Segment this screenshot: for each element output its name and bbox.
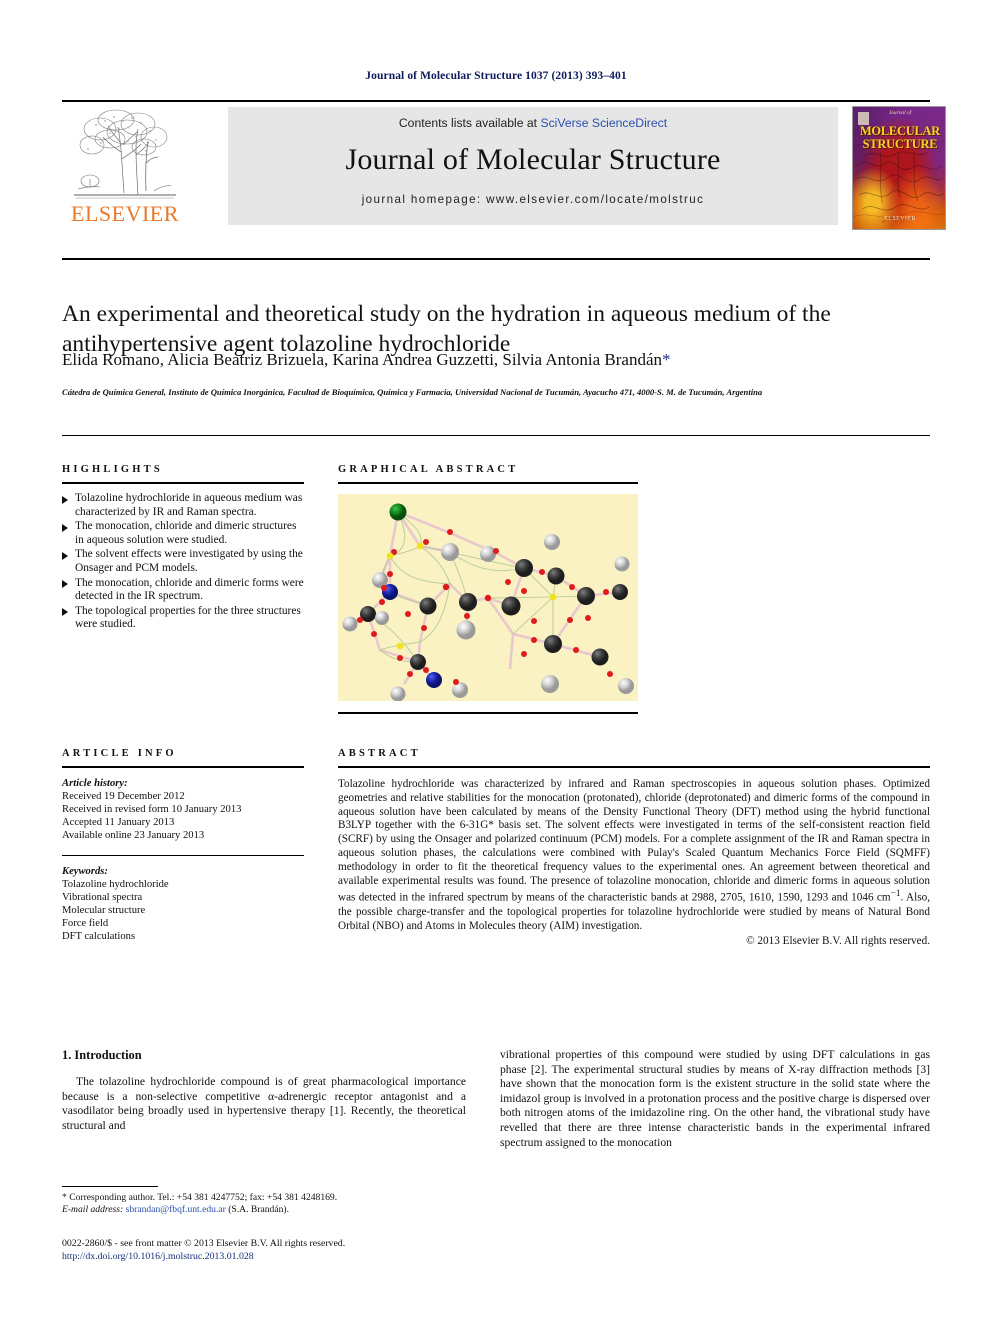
cover-title: MOLECULAR STRUCTURE <box>853 125 945 151</box>
bullet-triangle-icon <box>62 551 68 560</box>
keyword-item: Force field <box>62 918 109 929</box>
highlights-rule <box>62 482 304 484</box>
graphical-abstract-heading: Graphical abstract <box>338 464 519 475</box>
masthead-center-band: Contents lists available at SciVerse Sci… <box>228 107 838 225</box>
highlight-text: The solvent effects were investigated by… <box>75 548 303 574</box>
email-owner: (S.A. Brandán). <box>228 1204 289 1216</box>
email-link[interactable]: sbrandan@fbqf.unt.edu.ar <box>126 1204 226 1215</box>
article-history-label: Article history: <box>62 778 128 789</box>
list-item: Tolazoline hydrochloride in aqueous medi… <box>62 492 304 519</box>
highlights-list: Tolazoline hydrochloride in aqueous medi… <box>62 492 304 632</box>
running-head: Journal of Molecular Structure 1037 (201… <box>365 70 627 82</box>
history-item: Received in revised form 10 January 2013 <box>62 804 242 815</box>
author-names: Elida Romano, Alicia Beatriz Brizuela, K… <box>62 350 663 369</box>
highlight-text: The topological properties for the three… <box>75 604 301 631</box>
atom-nitrogen <box>426 672 442 688</box>
contents-prefix-text: Contents lists available at <box>398 116 541 130</box>
cover-title-line2: STRUCTURE <box>862 136 938 151</box>
list-item: The monocation, chloride and dimeric for… <box>62 577 304 604</box>
intro-paragraph-left: The tolazoline hydrochloride compound is… <box>62 1075 466 1132</box>
highlights-section: Highlights Tolazoline hydrochloride in a… <box>62 464 304 633</box>
article-info-section: Article info Article history: Received 1… <box>62 748 304 943</box>
email-label: E-mail address: <box>62 1204 124 1216</box>
abstract-main-text: Tolazoline hydrochloride was characteriz… <box>338 778 930 905</box>
title-top-rule <box>62 258 930 261</box>
footnote-block: * Corresponding author. Tel.: +54 381 42… <box>62 1192 466 1217</box>
bullet-triangle-icon <box>62 608 68 617</box>
section-heading-introduction: 1. Introduction <box>62 1048 142 1062</box>
atom-chlorine <box>389 503 407 521</box>
sciencedirect-link[interactable]: SciVerse ScienceDirect <box>540 116 667 130</box>
abstract-copyright: © 2013 Elsevier B.V. All rights reserved… <box>746 934 930 947</box>
history-item: Accepted 11 January 2013 <box>62 817 175 828</box>
keyword-item: DFT calculations <box>62 931 136 942</box>
journal-article-page: Journal of Molecular Structure 1037 (201… <box>0 0 992 1323</box>
title-bottom-rule <box>62 435 930 437</box>
bullet-triangle-icon <box>62 580 68 589</box>
elsevier-tree-icon <box>70 107 180 199</box>
imprint-block: 0022-2860/$ - see front matter © 2013 El… <box>62 1238 522 1263</box>
journal-masthead: ELSEVIER Contents lists available at Sci… <box>62 100 946 232</box>
bullet-triangle-icon <box>62 495 68 504</box>
history-item: Received 19 December 2012 <box>62 791 185 802</box>
masthead-top-rule <box>62 100 930 103</box>
keyword-item: Tolazoline hydrochloride <box>62 879 169 890</box>
email-note: E-mail address: sbrandan@fbqf.unt.edu.ar… <box>62 1204 466 1216</box>
article-info-separator <box>62 855 304 856</box>
history-item: Available online 23 January 2013 <box>62 830 205 841</box>
body-right-column: vibrational properties of this compound … <box>500 1048 930 1150</box>
journal-title: Journal of Molecular Structure <box>345 143 721 176</box>
graphical-abstract-bottom-rule <box>338 712 638 714</box>
affiliation: Cátedra de Química General, Instituto de… <box>62 387 763 397</box>
abstract-section: Abstract Tolazoline hydrochloride was ch… <box>338 748 930 948</box>
keyword-item: Vibrational spectra <box>62 892 143 903</box>
keywords: Keywords: Tolazoline hydrochloride Vibra… <box>62 865 304 943</box>
keywords-label: Keywords: <box>62 866 108 877</box>
issn-copyright-line: 0022-2860/$ - see front matter © 2013 El… <box>62 1238 346 1249</box>
contents-available-line: Contents lists available at SciVerse Sci… <box>228 116 838 130</box>
elsevier-wordmark: ELSEVIER <box>71 201 179 226</box>
abstract-rule <box>338 766 930 768</box>
corresponding-author-text: Corresponding author. Tel.: +54 381 4247… <box>69 1192 338 1203</box>
list-item: The topological properties for the three… <box>62 605 304 632</box>
journal-cover-thumbnail: Journal of MOLECULAR STRUCTURE ELSEVIER <box>852 106 946 230</box>
cover-top-line: Journal of <box>888 110 912 116</box>
graphical-abstract-section: Graphical abstract <box>338 464 638 714</box>
abstract-superscript: −1 <box>890 889 901 900</box>
list-item: The monocation, chloride and dimeric str… <box>62 520 304 547</box>
cover-footer-text: ELSEVIER <box>884 216 916 222</box>
article-info-rule <box>62 766 304 768</box>
corresponding-author-marker: * <box>662 350 671 369</box>
abstract-heading: Abstract <box>338 748 421 759</box>
highlight-text: The monocation, chloride and dimeric str… <box>75 520 297 546</box>
author-list: Elida Romano, Alicia Beatriz Brizuela, K… <box>62 350 930 370</box>
footnote-rule <box>62 1186 158 1187</box>
graphical-abstract-rule <box>338 482 638 484</box>
molecular-structure-image <box>338 494 638 701</box>
keyword-item: Molecular structure <box>62 905 146 916</box>
elsevier-logo: ELSEVIER <box>62 107 188 232</box>
article-history: Article history: Received 19 December 20… <box>62 777 304 842</box>
abstract-text: Tolazoline hydrochloride was characteriz… <box>338 778 930 948</box>
journal-homepage-link[interactable]: journal homepage: www.elsevier.com/locat… <box>228 193 838 206</box>
article-info-heading: Article info <box>62 748 177 759</box>
body-left-column: 1. Introduction The tolazoline hydrochlo… <box>62 1048 466 1133</box>
bullet-triangle-icon <box>62 523 68 532</box>
highlight-text: Tolazoline hydrochloride in aqueous medi… <box>75 492 303 518</box>
intro-paragraph-right: vibrational properties of this compound … <box>500 1048 930 1149</box>
list-item: The solvent effects were investigated by… <box>62 548 304 575</box>
highlights-heading: Highlights <box>62 464 163 475</box>
corresponding-author-note: * Corresponding author. Tel.: +54 381 42… <box>62 1192 466 1204</box>
doi-link[interactable]: http://dx.doi.org/10.1016/j.molstruc.201… <box>62 1251 522 1264</box>
highlight-text: The monocation, chloride and dimeric for… <box>75 576 304 603</box>
footnote-marker: * <box>62 1192 67 1203</box>
